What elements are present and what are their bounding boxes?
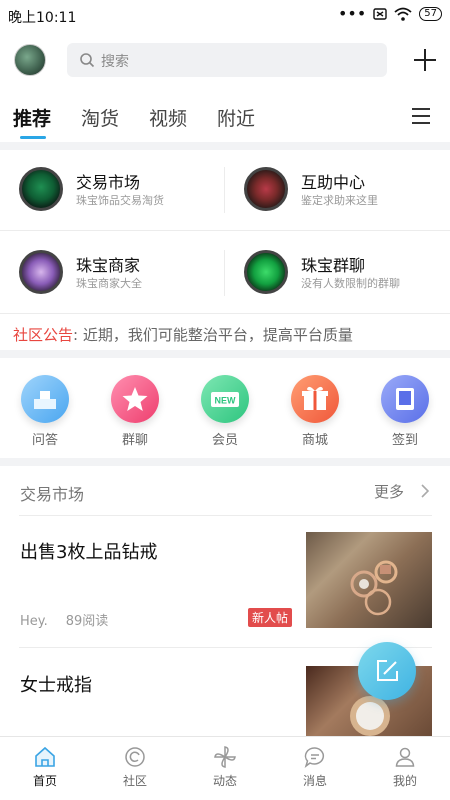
sim-icon [373, 8, 387, 20]
nav-label: 动态 [212, 774, 237, 788]
star-icon [111, 375, 159, 423]
notice-label: 社区公告 [13, 326, 74, 344]
profile-icon [395, 747, 415, 767]
wifi-icon [394, 7, 412, 21]
post-author: Hey. [20, 614, 48, 629]
shortcut-label: 群聊 [121, 433, 148, 448]
community-icon [125, 747, 145, 767]
post-title: 女士戒指 [20, 675, 92, 696]
shortcut-label: 问答 [31, 433, 58, 448]
new-post-badge: 新人帖 [248, 608, 293, 627]
search-bar[interactable]: 搜索 [67, 43, 387, 77]
status-time: 晚上10:11 [8, 10, 77, 26]
shortcut-check-in[interactable]: 签到 [375, 375, 435, 448]
category-help-center[interactable]: 互助中心 鉴定求助来这里 [244, 167, 444, 227]
post-thumbnail [306, 532, 432, 628]
nav-label: 我的 [392, 774, 417, 788]
notice-text: : 近期，我们可能整治平台，提高平台质量 [73, 326, 353, 344]
podium-icon [21, 375, 69, 423]
shortcut-mall[interactable]: 商城 [285, 375, 345, 448]
category-subtitle: 珠宝商家大全 [76, 277, 142, 290]
category-subtitle: 鉴定求助来这里 [301, 194, 378, 207]
search-icon [80, 53, 95, 68]
post-title: 出售3枚上品钻戒 [20, 542, 158, 563]
nav-label: 消息 [302, 774, 327, 788]
edit-icon [377, 660, 398, 681]
svg-text:NEW: NEW [215, 396, 237, 406]
add-icon[interactable] [410, 45, 440, 75]
gift-icon [291, 375, 339, 423]
tab-recommend[interactable]: 推荐 [13, 104, 51, 131]
category-title: 交易市场 [76, 173, 141, 192]
shortcut-label: 会员 [211, 433, 238, 448]
status-icons: ••• 57 [337, 4, 442, 23]
divider [19, 515, 432, 516]
more-link[interactable]: 更多 [374, 481, 404, 502]
tab-nearby[interactable]: 附近 [217, 104, 255, 131]
app-screen: 晚上10:11 ••• 57 搜索 推荐 淘货 视频 附近 交易市场 珠宝饰品交… [0, 0, 450, 800]
category-title: 珠宝群聊 [301, 256, 366, 275]
nav-home[interactable]: 首页 [15, 745, 75, 789]
section-title: 交易市场 [20, 485, 85, 504]
nav-feed[interactable]: 动态 [195, 745, 255, 789]
category-group-chat[interactable]: 珠宝群聊 没有人数限制的群聊 [244, 250, 444, 310]
pinwheel-icon [214, 746, 236, 768]
divider [0, 350, 450, 358]
shortcut-qa[interactable]: 问答 [15, 375, 75, 448]
nav-messages[interactable]: 消息 [285, 745, 345, 789]
shortcut-label: 商城 [301, 433, 328, 448]
new-icon: NEW [201, 375, 249, 423]
community-notice[interactable]: 社区公告: 近期，我们可能整治平台，提高平台质量 [13, 324, 353, 345]
home-icon [35, 746, 55, 767]
shortcut-group-chat[interactable]: 群聊 [105, 375, 165, 448]
post-reads: 89阅读 [65, 614, 109, 629]
divider [0, 142, 450, 150]
tab-indicator [20, 136, 46, 139]
divider [0, 230, 450, 231]
compose-button[interactable] [358, 642, 416, 700]
more-dots-icon: ••• [337, 4, 367, 23]
category-jewelry-merchants[interactable]: 珠宝商家 珠宝商家大全 [19, 250, 219, 310]
category-subtitle: 珠宝饰品交易淘货 [76, 194, 164, 207]
nav-label: 首页 [32, 774, 57, 788]
divider [224, 250, 225, 296]
category-trading-market[interactable]: 交易市场 珠宝饰品交易淘货 [19, 167, 219, 227]
chevron-right-icon[interactable] [420, 483, 430, 499]
bottom-navigation: 首页 社区 动态 消息 我的 [0, 736, 450, 800]
category-title: 互助中心 [301, 173, 366, 192]
tablet-icon [381, 375, 429, 423]
jade-ring-icon [19, 167, 63, 211]
divider [224, 167, 225, 213]
message-icon [304, 747, 324, 768]
category-title: 珠宝商家 [76, 256, 141, 275]
nav-label: 社区 [122, 774, 147, 788]
search-placeholder: 搜索 [101, 54, 129, 70]
shortcut-membership[interactable]: NEW 会员 [195, 375, 255, 448]
nav-profile[interactable]: 我的 [375, 745, 435, 789]
nav-community[interactable]: 社区 [105, 745, 165, 789]
post-meta: Hey. 89阅读 [20, 610, 108, 629]
amethyst-icon [19, 250, 63, 294]
tab-video[interactable]: 视频 [149, 104, 187, 131]
category-subtitle: 没有人数限制的群聊 [301, 277, 400, 290]
status-bar: 晚上10:11 ••• 57 [0, 0, 450, 32]
divider [0, 313, 450, 314]
menu-icon[interactable] [410, 106, 432, 126]
user-avatar[interactable] [14, 44, 46, 76]
ruby-ring-icon [244, 167, 288, 211]
emerald-icon [244, 250, 288, 294]
divider [0, 458, 450, 466]
battery-indicator: 57 [419, 7, 442, 21]
shortcut-label: 签到 [391, 433, 418, 448]
tab-shopping[interactable]: 淘货 [81, 104, 119, 131]
